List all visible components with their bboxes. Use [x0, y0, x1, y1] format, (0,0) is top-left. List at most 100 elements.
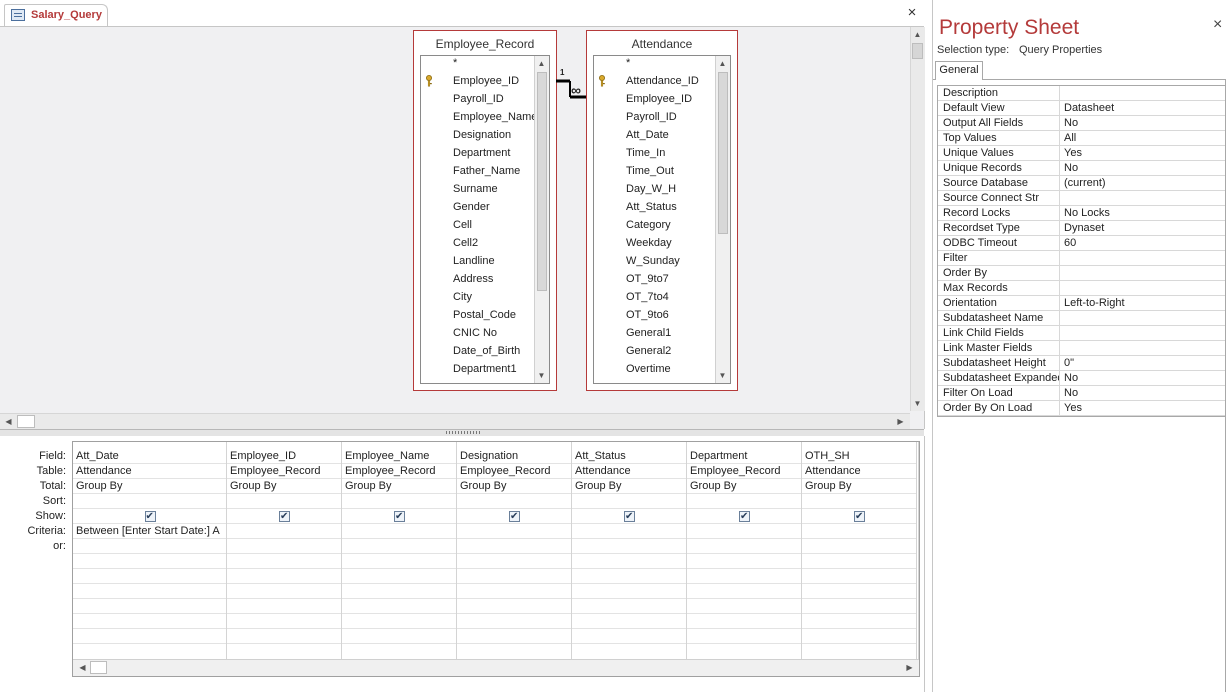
grid-cell-total[interactable]: Group By	[457, 479, 571, 494]
grid-cell-empty[interactable]	[687, 629, 801, 644]
property-row[interactable]: Output All Fields No	[938, 116, 1225, 131]
grid-cell-empty[interactable]	[342, 599, 456, 614]
field-list-item[interactable]: Surname	[421, 180, 529, 198]
tab-general[interactable]: General	[935, 61, 983, 80]
property-row[interactable]: Source Database (current)	[938, 176, 1225, 191]
scroll-left-arrow-icon[interactable]: ◀	[2, 415, 15, 428]
field-list-attendance[interactable]: Attendance * Attendance_ID Employee_ID Payr…	[586, 30, 738, 391]
grid-cell-or[interactable]	[687, 539, 801, 554]
property-row[interactable]: Unique Records No	[938, 161, 1225, 176]
field-list-item[interactable]: Date_of_Birth	[421, 342, 529, 360]
property-row[interactable]: Subdatasheet Name	[938, 311, 1225, 326]
grid-cell-show[interactable]	[227, 509, 341, 524]
property-row[interactable]: Top Values All	[938, 131, 1225, 146]
grid-column[interactable]: Designation Employee_Record Group By	[457, 442, 572, 659]
property-value[interactable]: All	[1064, 131, 1076, 145]
grid-cell-empty[interactable]	[457, 599, 571, 614]
field-list-scrollbar[interactable]: ▲ ▼	[534, 56, 549, 383]
grid-cell-total[interactable]: Group By	[342, 479, 456, 494]
grid-cell-criteria[interactable]	[572, 524, 686, 539]
field-list-item[interactable]: *	[421, 56, 529, 72]
grid-column[interactable]: Department Employee_Record Group By	[687, 442, 802, 659]
property-value[interactable]: Left-to-Right	[1064, 296, 1125, 310]
grid-cell-table[interactable]: Employee_Record	[457, 464, 571, 479]
grid-cell-table[interactable]: Attendance	[572, 464, 686, 479]
property-value[interactable]: No Locks	[1064, 206, 1110, 220]
grid-cell-sort[interactable]	[687, 494, 801, 509]
grid-cell-show[interactable]	[572, 509, 686, 524]
field-list-item[interactable]: CNIC No	[421, 324, 529, 342]
grid-cell-table[interactable]: Attendance	[73, 464, 226, 479]
grid-cell-empty[interactable]	[572, 554, 686, 569]
field-list-item[interactable]: Attendance_ID	[594, 72, 710, 90]
show-checkbox[interactable]	[854, 509, 865, 523]
property-row[interactable]: Link Master Fields	[938, 341, 1225, 356]
field-list-item[interactable]: Department	[421, 144, 529, 162]
field-list-item[interactable]: OT_9to6	[594, 306, 710, 324]
property-row[interactable]: Subdatasheet Expanded No	[938, 371, 1225, 386]
grid-cell-show[interactable]	[457, 509, 571, 524]
grid-column[interactable]: Employee_ID Employee_Record Group By	[227, 442, 342, 659]
grid-cell-empty[interactable]	[572, 569, 686, 584]
field-list-employee-record[interactable]: Employee_Record * Employee_ID Payroll_ID Em…	[413, 30, 557, 391]
grid-cell-total[interactable]: Group By	[572, 479, 686, 494]
grid-cell-empty[interactable]	[73, 599, 226, 614]
grid-cell-empty[interactable]	[457, 569, 571, 584]
field-list-item[interactable]: General1	[594, 324, 710, 342]
property-value[interactable]: No	[1064, 161, 1078, 175]
grid-cell-table[interactable]: Employee_Record	[687, 464, 801, 479]
property-value[interactable]: Yes	[1064, 146, 1082, 160]
grid-cell-sort[interactable]	[227, 494, 341, 509]
field-list-scrollbar[interactable]: ▲ ▼	[715, 56, 730, 383]
field-list-item[interactable]: Category	[594, 216, 710, 234]
grid-cell-empty[interactable]	[73, 584, 226, 599]
grid-cell-empty[interactable]	[227, 584, 341, 599]
show-checkbox[interactable]	[394, 509, 405, 523]
grid-cell-empty[interactable]	[227, 614, 341, 629]
grid-cell-field[interactable]: Employee_ID	[227, 449, 341, 464]
property-row[interactable]: Record Locks No Locks	[938, 206, 1225, 221]
show-checkbox[interactable]	[739, 509, 750, 523]
grid-column[interactable]: OTH_SH Attendance Group By	[802, 442, 917, 659]
query-design-grid[interactable]: Att_DateAttendanceGroup ByBetween [Enter…	[72, 441, 920, 677]
grid-cell-total[interactable]: Group By	[227, 479, 341, 494]
property-value[interactable]: No	[1064, 116, 1078, 130]
property-value[interactable]: (current)	[1064, 176, 1106, 190]
field-list-item[interactable]: Address	[421, 270, 529, 288]
grid-cell-empty[interactable]	[342, 629, 456, 644]
splitter-grip-icon[interactable]	[446, 431, 480, 434]
grid-cell-empty[interactable]	[802, 614, 916, 629]
grid-cell-or[interactable]	[457, 539, 571, 554]
grid-cell-sort[interactable]	[457, 494, 571, 509]
scroll-thumb[interactable]	[718, 72, 728, 234]
field-list-item[interactable]: Overtime	[594, 360, 710, 378]
field-list-item[interactable]: Payroll_ID	[594, 108, 710, 126]
property-value[interactable]: 60	[1064, 236, 1076, 250]
scroll-left-arrow-icon[interactable]: ◀	[76, 661, 89, 674]
property-row[interactable]: Filter On Load No	[938, 386, 1225, 401]
grid-cell-empty[interactable]	[687, 614, 801, 629]
field-list-item[interactable]: Father_Name	[421, 162, 529, 180]
grid-cell-empty[interactable]	[457, 584, 571, 599]
grid-cell-sort[interactable]	[572, 494, 686, 509]
grid-cell-empty[interactable]	[73, 614, 226, 629]
grid-cell-show[interactable]	[687, 509, 801, 524]
field-list-item[interactable]: Employee_Name	[421, 108, 537, 126]
scroll-up-arrow-icon[interactable]: ▲	[716, 57, 729, 70]
show-checkbox[interactable]	[509, 509, 520, 523]
grid-column[interactable]: Att_Status Attendance Group By	[572, 442, 687, 659]
grid-cell-empty[interactable]	[802, 569, 916, 584]
grid-cell-or[interactable]	[73, 539, 226, 554]
grid-cell-table[interactable]: Employee_Record	[227, 464, 341, 479]
close-icon[interactable]: ×	[1213, 16, 1222, 34]
grid-cell-empty[interactable]	[73, 554, 226, 569]
grid-cell-criteria[interactable]	[802, 524, 916, 539]
show-checkbox[interactable]	[144, 509, 156, 523]
property-value[interactable]: 0"	[1064, 356, 1074, 370]
scroll-thumb[interactable]	[912, 43, 923, 59]
grid-cell-or[interactable]	[572, 539, 686, 554]
property-value[interactable]: Yes	[1064, 401, 1082, 415]
field-list-item[interactable]: Department1	[421, 360, 529, 378]
property-value[interactable]: Dynaset	[1064, 221, 1104, 235]
grid-cell-criteria[interactable]	[687, 524, 801, 539]
